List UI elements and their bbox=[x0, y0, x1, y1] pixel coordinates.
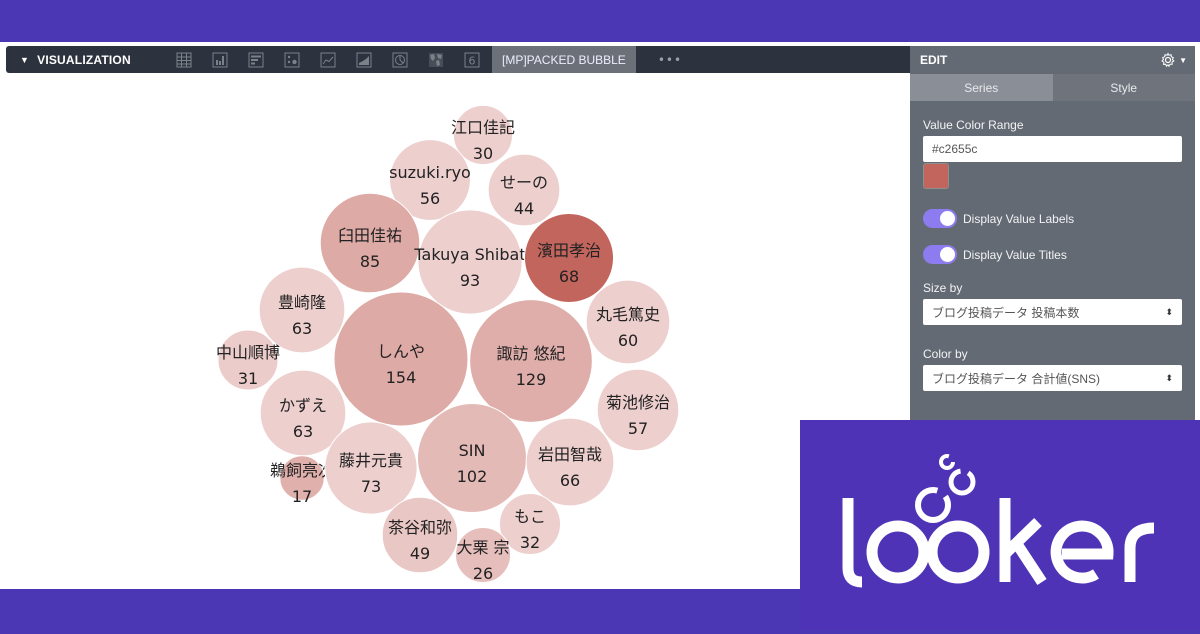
size-by-select[interactable]: ブログ投稿データ 投稿本数 ⬍ bbox=[923, 299, 1182, 325]
color-by-select[interactable]: ブログ投稿データ 合計値(SNS) ⬍ bbox=[923, 365, 1182, 391]
bubble-value-label: 66 bbox=[560, 471, 580, 490]
tab-series[interactable]: Series bbox=[910, 74, 1053, 101]
select-arrows-icon: ⬍ bbox=[1165, 372, 1173, 383]
select-arrows-icon: ⬍ bbox=[1165, 306, 1173, 317]
bubble-value-label: 63 bbox=[293, 422, 313, 441]
bar-chart-icon[interactable] bbox=[238, 46, 274, 73]
bubble[interactable]: 臼田佳祐 85 bbox=[319, 192, 421, 294]
bubble-title: 菊池修治 bbox=[606, 393, 670, 412]
size-by-label: Size by bbox=[923, 281, 963, 295]
bubble-value-label: 102 bbox=[457, 467, 488, 486]
bubble-title: 鵜飼亮次 bbox=[270, 461, 334, 480]
bubble[interactable]: 丸毛篤史 60 bbox=[585, 279, 671, 365]
color-by-label: Color by bbox=[923, 347, 968, 361]
size-by-value: ブログ投稿データ 投稿本数 bbox=[932, 305, 1080, 320]
caret-down-icon: ▼ bbox=[20, 54, 30, 65]
area-chart-icon[interactable] bbox=[346, 46, 382, 73]
bubble-title: SIN bbox=[459, 441, 486, 460]
bubble[interactable]: 菊池修治 57 bbox=[596, 368, 680, 452]
bubble-value-label: 31 bbox=[238, 369, 258, 388]
bubble-title: suzuki.ryo bbox=[389, 163, 471, 182]
bubble-value-label: 60 bbox=[618, 331, 638, 350]
display-value-titles-label: Display Value Titles bbox=[963, 247, 1067, 262]
bubble[interactable]: 岩田智哉 66 bbox=[525, 417, 615, 507]
bubble-value-label: 30 bbox=[473, 144, 493, 163]
bubble-title: 濱田孝治 bbox=[537, 241, 601, 260]
top-banner bbox=[0, 0, 1200, 42]
bubble-title: もこ bbox=[514, 507, 546, 526]
gear-menu-button[interactable]: ▼ bbox=[1160, 52, 1187, 68]
bubble-value-label: 68 bbox=[559, 267, 579, 286]
svg-text:6: 6 bbox=[469, 54, 476, 67]
bubble[interactable]: 茶谷和弥 49 bbox=[381, 496, 459, 574]
looker-logo bbox=[842, 454, 1155, 588]
bubble-title: 大栗 宗 bbox=[456, 538, 509, 557]
tab-style[interactable]: Style bbox=[1052, 74, 1195, 101]
bubble[interactable]: 藤井元貴 73 bbox=[324, 421, 418, 515]
value-color-range-input[interactable]: #c2655c bbox=[923, 136, 1182, 162]
bubble-title: しんや bbox=[377, 342, 425, 361]
bubble[interactable]: 豊崎隆 63 bbox=[258, 266, 346, 354]
bubble-title: 茶谷和弥 bbox=[388, 518, 452, 537]
bubble-title: 中山順博 bbox=[216, 343, 280, 362]
bubble-title: かずえ bbox=[279, 396, 327, 415]
bubble-value-label: 32 bbox=[520, 533, 540, 552]
bubble[interactable]: 大栗 宗 26 bbox=[454, 526, 512, 584]
value-color-range-value: #c2655c bbox=[932, 142, 978, 156]
color-by-value: ブログ投稿データ 合計値(SNS) bbox=[932, 371, 1101, 386]
bubble-value-label: 56 bbox=[420, 189, 440, 208]
bubble-title: 豊崎隆 bbox=[278, 293, 326, 312]
packed-bubble-chart: 江口佳記 30suzuki.ryo 56 せーの 44 臼田佳祐 85 Takuya Shib… bbox=[216, 104, 680, 584]
scatter-icon[interactable] bbox=[274, 46, 310, 73]
caret-down-icon: ▼ bbox=[1179, 55, 1187, 65]
bubble-title: 岩田智哉 bbox=[538, 445, 602, 464]
column-chart-icon[interactable] bbox=[202, 46, 238, 73]
bubble[interactable]: SIN 102 bbox=[416, 402, 528, 514]
bubble-title: せーの bbox=[500, 173, 548, 192]
bubble[interactable]: せーの 44 bbox=[487, 153, 561, 227]
bubble-value-label: 44 bbox=[514, 199, 534, 218]
bubble-title: 江口佳記 bbox=[451, 118, 515, 137]
bubble-value-label: 73 bbox=[361, 477, 381, 496]
bubble-value-label: 129 bbox=[516, 370, 547, 389]
pie-chart-icon[interactable] bbox=[382, 46, 418, 73]
looker-logo-box: looker bbox=[800, 420, 1200, 630]
map-icon[interactable] bbox=[418, 46, 454, 73]
bubble[interactable]: しんや 154 bbox=[333, 291, 469, 427]
single-value-icon[interactable]: 6 bbox=[454, 46, 490, 73]
bubble-value-label: 17 bbox=[292, 487, 312, 506]
bubble-title: Takuya Shibat bbox=[413, 245, 525, 264]
tab-packed-bubble[interactable]: [MP]PACKED BUBBLE bbox=[492, 46, 636, 73]
display-value-titles-toggle[interactable] bbox=[923, 245, 957, 264]
edit-panel-title: EDIT bbox=[920, 53, 948, 67]
color-swatch[interactable] bbox=[923, 163, 949, 189]
table-icon[interactable] bbox=[166, 46, 202, 73]
visualization-toolbar: ▼ VISUALIZATION 6 [MP]PACKED BUBBLE ••• bbox=[6, 46, 910, 73]
bubble[interactable]: 諏訪 悠紀 129 bbox=[469, 299, 593, 423]
more-options-icon[interactable]: ••• bbox=[658, 53, 682, 67]
bubble-value-label: 85 bbox=[360, 252, 380, 271]
bubble-value-label: 49 bbox=[410, 544, 430, 563]
bubble-title: 丸毛篤史 bbox=[596, 305, 660, 324]
bubble-value-label: 26 bbox=[473, 564, 493, 583]
bubble[interactable]: 鵜飼亮次 17 bbox=[270, 455, 334, 506]
visualization-title: VISUALIZATION bbox=[37, 52, 131, 67]
bubble[interactable]: 濱田孝治 68 bbox=[523, 212, 615, 304]
bubble-value-label: 57 bbox=[628, 419, 648, 438]
display-value-labels-toggle[interactable] bbox=[923, 209, 957, 228]
gear-icon bbox=[1161, 52, 1175, 68]
value-color-range-label: Value Color Range bbox=[923, 118, 1024, 132]
bubble-title: 諏訪 悠紀 bbox=[496, 344, 565, 363]
bubble-value-label: 154 bbox=[386, 368, 417, 387]
bubble-value-label: 93 bbox=[460, 271, 480, 290]
display-value-labels-label: Display Value Labels bbox=[963, 211, 1075, 226]
visualization-toggle[interactable]: ▼ VISUALIZATION bbox=[6, 53, 166, 67]
edit-panel: EDIT ▼ Series Style Value Color Range #c… bbox=[910, 46, 1195, 420]
bubble-title: 臼田佳祐 bbox=[338, 226, 402, 245]
bubble-title: 藤井元貴 bbox=[339, 451, 403, 470]
line-chart-icon[interactable] bbox=[310, 46, 346, 73]
bubble-value-label: 63 bbox=[292, 319, 312, 338]
